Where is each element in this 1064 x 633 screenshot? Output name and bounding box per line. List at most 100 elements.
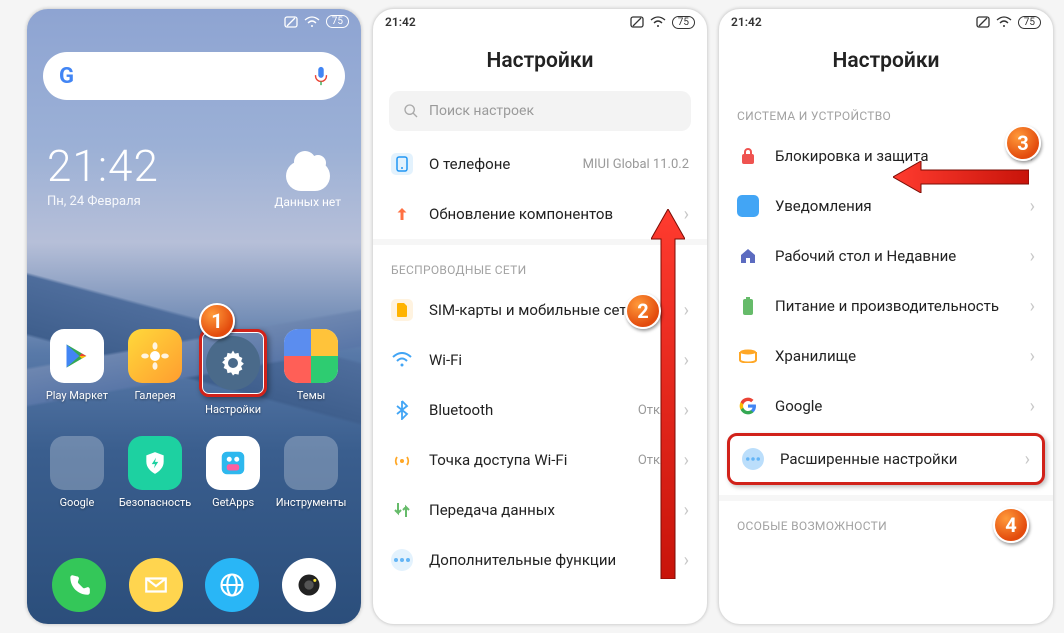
themes-icon — [284, 329, 338, 383]
row-battery-perf[interactable]: Питание и производительность › — [719, 281, 1053, 331]
app-label: Инструменты — [276, 496, 347, 509]
search-icon — [403, 103, 419, 119]
battery-indicator: 75 — [672, 16, 695, 29]
app-label: Безопасность — [119, 496, 191, 509]
row-home-recent[interactable]: Рабочий стол и Недавние › — [719, 231, 1053, 281]
annotation-arrow-left — [893, 161, 1029, 193]
row-label: О телефоне — [429, 155, 567, 173]
chevron-right-icon: › — [1030, 296, 1035, 317]
row-google[interactable]: Google › — [719, 381, 1053, 431]
app-gallery[interactable]: Галерея — [119, 329, 191, 416]
envelope-icon — [143, 572, 169, 598]
row-storage[interactable]: Хранилище › — [719, 331, 1053, 381]
status-bar: 21:42 75 — [373, 9, 707, 35]
section-system: СИСТЕМА И УСТРОЙСТВО — [719, 91, 1053, 131]
row-about-phone[interactable]: О телефоне MIUI Global 11.0.2 — [373, 139, 707, 189]
wifi-icon — [996, 16, 1012, 28]
no-sim-icon — [630, 16, 644, 28]
app-label: Настройки — [205, 403, 261, 416]
row-label: Дополнительные функции — [429, 551, 668, 569]
chevron-right-icon: › — [1030, 346, 1035, 367]
sunflower-icon — [140, 341, 170, 371]
status-time: 21:42 — [731, 15, 762, 29]
sim-icon — [395, 302, 409, 318]
row-label: Wi-Fi — [429, 351, 652, 369]
row-label: Рабочий стол и Недавние — [775, 247, 1014, 265]
annotation-badge-2: 2 — [625, 293, 661, 329]
status-bar: 75 — [27, 9, 361, 34]
lock-icon — [740, 147, 756, 165]
chevron-right-icon: › — [1030, 246, 1035, 267]
battery-icon — [741, 296, 755, 316]
app-security[interactable]: Безопасность — [119, 436, 191, 509]
home-screen: 75 G 21:42 Пн, 24 Февраля Данных нет Pla… — [26, 8, 362, 625]
chevron-right-icon: › — [1030, 196, 1035, 217]
status-time: 21:42 — [385, 15, 416, 29]
battery-indicator: 75 — [1018, 16, 1041, 29]
settings-screen-1: 21:42 75 Настройки Поиск настроек О теле… — [372, 8, 708, 625]
weather-widget[interactable]: Данных нет — [274, 161, 341, 209]
settings-search[interactable]: Поиск настроек — [389, 91, 691, 131]
clock-widget[interactable]: 21:42 Пн, 24 Февраля Данных нет — [47, 140, 341, 209]
annotation-badge-1: 1 — [199, 303, 235, 339]
dock-messages[interactable] — [129, 558, 183, 612]
home-icon — [739, 247, 757, 265]
row-label: Обновление компонентов — [429, 205, 668, 223]
app-settings[interactable]: Настройки — [197, 329, 269, 416]
mic-icon[interactable] — [313, 66, 329, 86]
shield-bolt-icon — [142, 450, 168, 476]
google-search-bar[interactable]: G — [43, 52, 345, 100]
update-arrow-icon — [393, 205, 411, 223]
app-label: Google — [60, 496, 95, 509]
app-play-market[interactable]: Play Маркет — [41, 329, 113, 416]
settings-screen-2: 21:42 75 Настройки СИСТЕМА И УСТРОЙСТВО … — [718, 8, 1054, 625]
row-label: Уведомления — [775, 197, 1014, 215]
wifi-icon — [650, 16, 666, 28]
bluetooth-icon — [395, 400, 409, 420]
clock-time: 21:42 — [47, 140, 159, 192]
row-label: Точка доступа Wi-Fi — [429, 451, 622, 469]
hotspot-icon — [392, 451, 412, 469]
battery-indicator: 75 — [326, 15, 349, 28]
row-label: Google — [775, 397, 1014, 415]
status-bar: 21:42 75 — [719, 9, 1053, 35]
phone-icon — [66, 572, 92, 598]
app-grid: Play Маркет Галерея Настройки — [27, 329, 361, 509]
gear-icon — [218, 348, 248, 378]
annotation-badge-4: 4 — [993, 507, 1029, 543]
folder-tools[interactable]: Инструменты — [275, 436, 347, 509]
dock-browser[interactable] — [205, 558, 259, 612]
cloud-icon — [286, 161, 330, 191]
row-value: MIUI Global 11.0.2 — [583, 157, 689, 172]
play-icon — [63, 342, 91, 370]
app-label: GetApps — [212, 496, 254, 509]
annotation-badge-3: 3 — [1005, 125, 1041, 161]
app-getapps[interactable]: GetApps — [197, 436, 269, 509]
app-label: Галерея — [134, 389, 175, 402]
no-sim-icon — [976, 16, 990, 28]
dots-icon — [746, 457, 760, 461]
globe-icon — [218, 571, 246, 599]
data-transfer-icon — [393, 501, 411, 519]
chevron-right-icon: › — [1025, 449, 1030, 470]
app-label: Play Маркет — [46, 389, 108, 402]
dock-camera[interactable] — [282, 558, 336, 612]
page-title: Настройки — [373, 49, 707, 73]
row-label: Питание и производительность — [775, 297, 1014, 315]
folder-google[interactable]: Google — [41, 436, 113, 509]
search-placeholder: Поиск настроек — [429, 103, 534, 119]
row-advanced-settings[interactable]: Расширенные настройки › — [730, 436, 1042, 482]
dock-phone[interactable] — [52, 558, 106, 612]
weather-label: Данных нет — [274, 195, 341, 209]
highlight-advanced-settings: Расширенные настройки › — [727, 433, 1045, 485]
dock — [27, 558, 361, 612]
google-g-icon — [738, 396, 758, 416]
app-themes[interactable]: Темы — [275, 329, 347, 416]
wifi-icon — [392, 352, 412, 368]
clock-date: Пн, 24 Февраля — [47, 194, 159, 209]
page-title: Настройки — [719, 49, 1053, 73]
row-label: Расширенные настройки — [780, 450, 1009, 468]
app-label: Темы — [297, 389, 326, 402]
wifi-icon — [304, 16, 320, 28]
no-sim-icon — [284, 16, 298, 28]
